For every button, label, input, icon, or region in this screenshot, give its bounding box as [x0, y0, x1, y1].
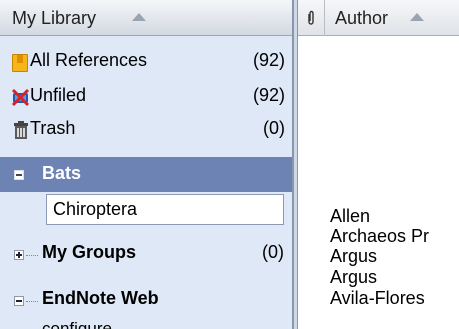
- unfiled-icon: [11, 88, 30, 107]
- sidebar-item-count: (92): [252, 85, 285, 105]
- library-column-header[interactable]: My Library: [0, 0, 292, 36]
- group-name-input[interactable]: [47, 195, 283, 224]
- my-groups-label[interactable]: My Groups: [42, 242, 136, 263]
- sidebar-item-count: (92): [252, 50, 285, 70]
- collapse-icon[interactable]: [14, 170, 24, 180]
- expand-icon[interactable]: [14, 250, 24, 260]
- references-panel: Author Allen Archaeos Pr Argus Argus Avi…: [298, 0, 459, 329]
- trash-icon: [13, 121, 29, 140]
- library-panel: My Library All References (92) Unfiled (…: [0, 0, 293, 329]
- sidebar-item-label: All References: [30, 50, 148, 70]
- my-groups-count: (0): [262, 242, 284, 262]
- configure-link[interactable]: configure: [42, 319, 112, 329]
- author-cell[interactable]: Argus: [330, 246, 377, 267]
- sidebar-item-trash[interactable]: Trash (0): [0, 114, 292, 145]
- paperclip-icon: [308, 10, 314, 25]
- sidebar-item-count: (0): [263, 118, 285, 138]
- author-cell[interactable]: Argus: [330, 267, 377, 288]
- sidebar-item-all-references[interactable]: All References (92): [0, 46, 292, 77]
- group-set-label: Bats: [42, 163, 82, 183]
- endnote-web-label[interactable]: EndNote Web: [42, 288, 159, 309]
- sort-ascending-icon[interactable]: [410, 13, 424, 21]
- attachment-column-header[interactable]: [298, 0, 325, 36]
- sidebar-item-unfiled[interactable]: Unfiled (92): [0, 81, 292, 112]
- tree-connector: [26, 301, 38, 302]
- tree-connector: [26, 255, 38, 256]
- sidebar-item-label: Trash: [30, 118, 76, 138]
- collapse-icon[interactable]: [14, 296, 24, 306]
- sort-ascending-icon[interactable]: [132, 13, 146, 21]
- all-references-icon: [12, 54, 28, 72]
- library-header-title: My Library: [12, 8, 97, 28]
- author-column-header[interactable]: Author: [335, 8, 388, 29]
- group-name-input-container: [46, 194, 284, 225]
- author-cell[interactable]: Allen: [330, 206, 370, 227]
- sidebar-item-label: Unfiled: [30, 85, 87, 105]
- author-cell[interactable]: Archaeos Pr: [330, 226, 429, 247]
- references-column-header: Author: [298, 0, 459, 36]
- group-set-bats[interactable]: Bats: [0, 157, 292, 192]
- author-cell[interactable]: Avila-Flores: [330, 288, 425, 309]
